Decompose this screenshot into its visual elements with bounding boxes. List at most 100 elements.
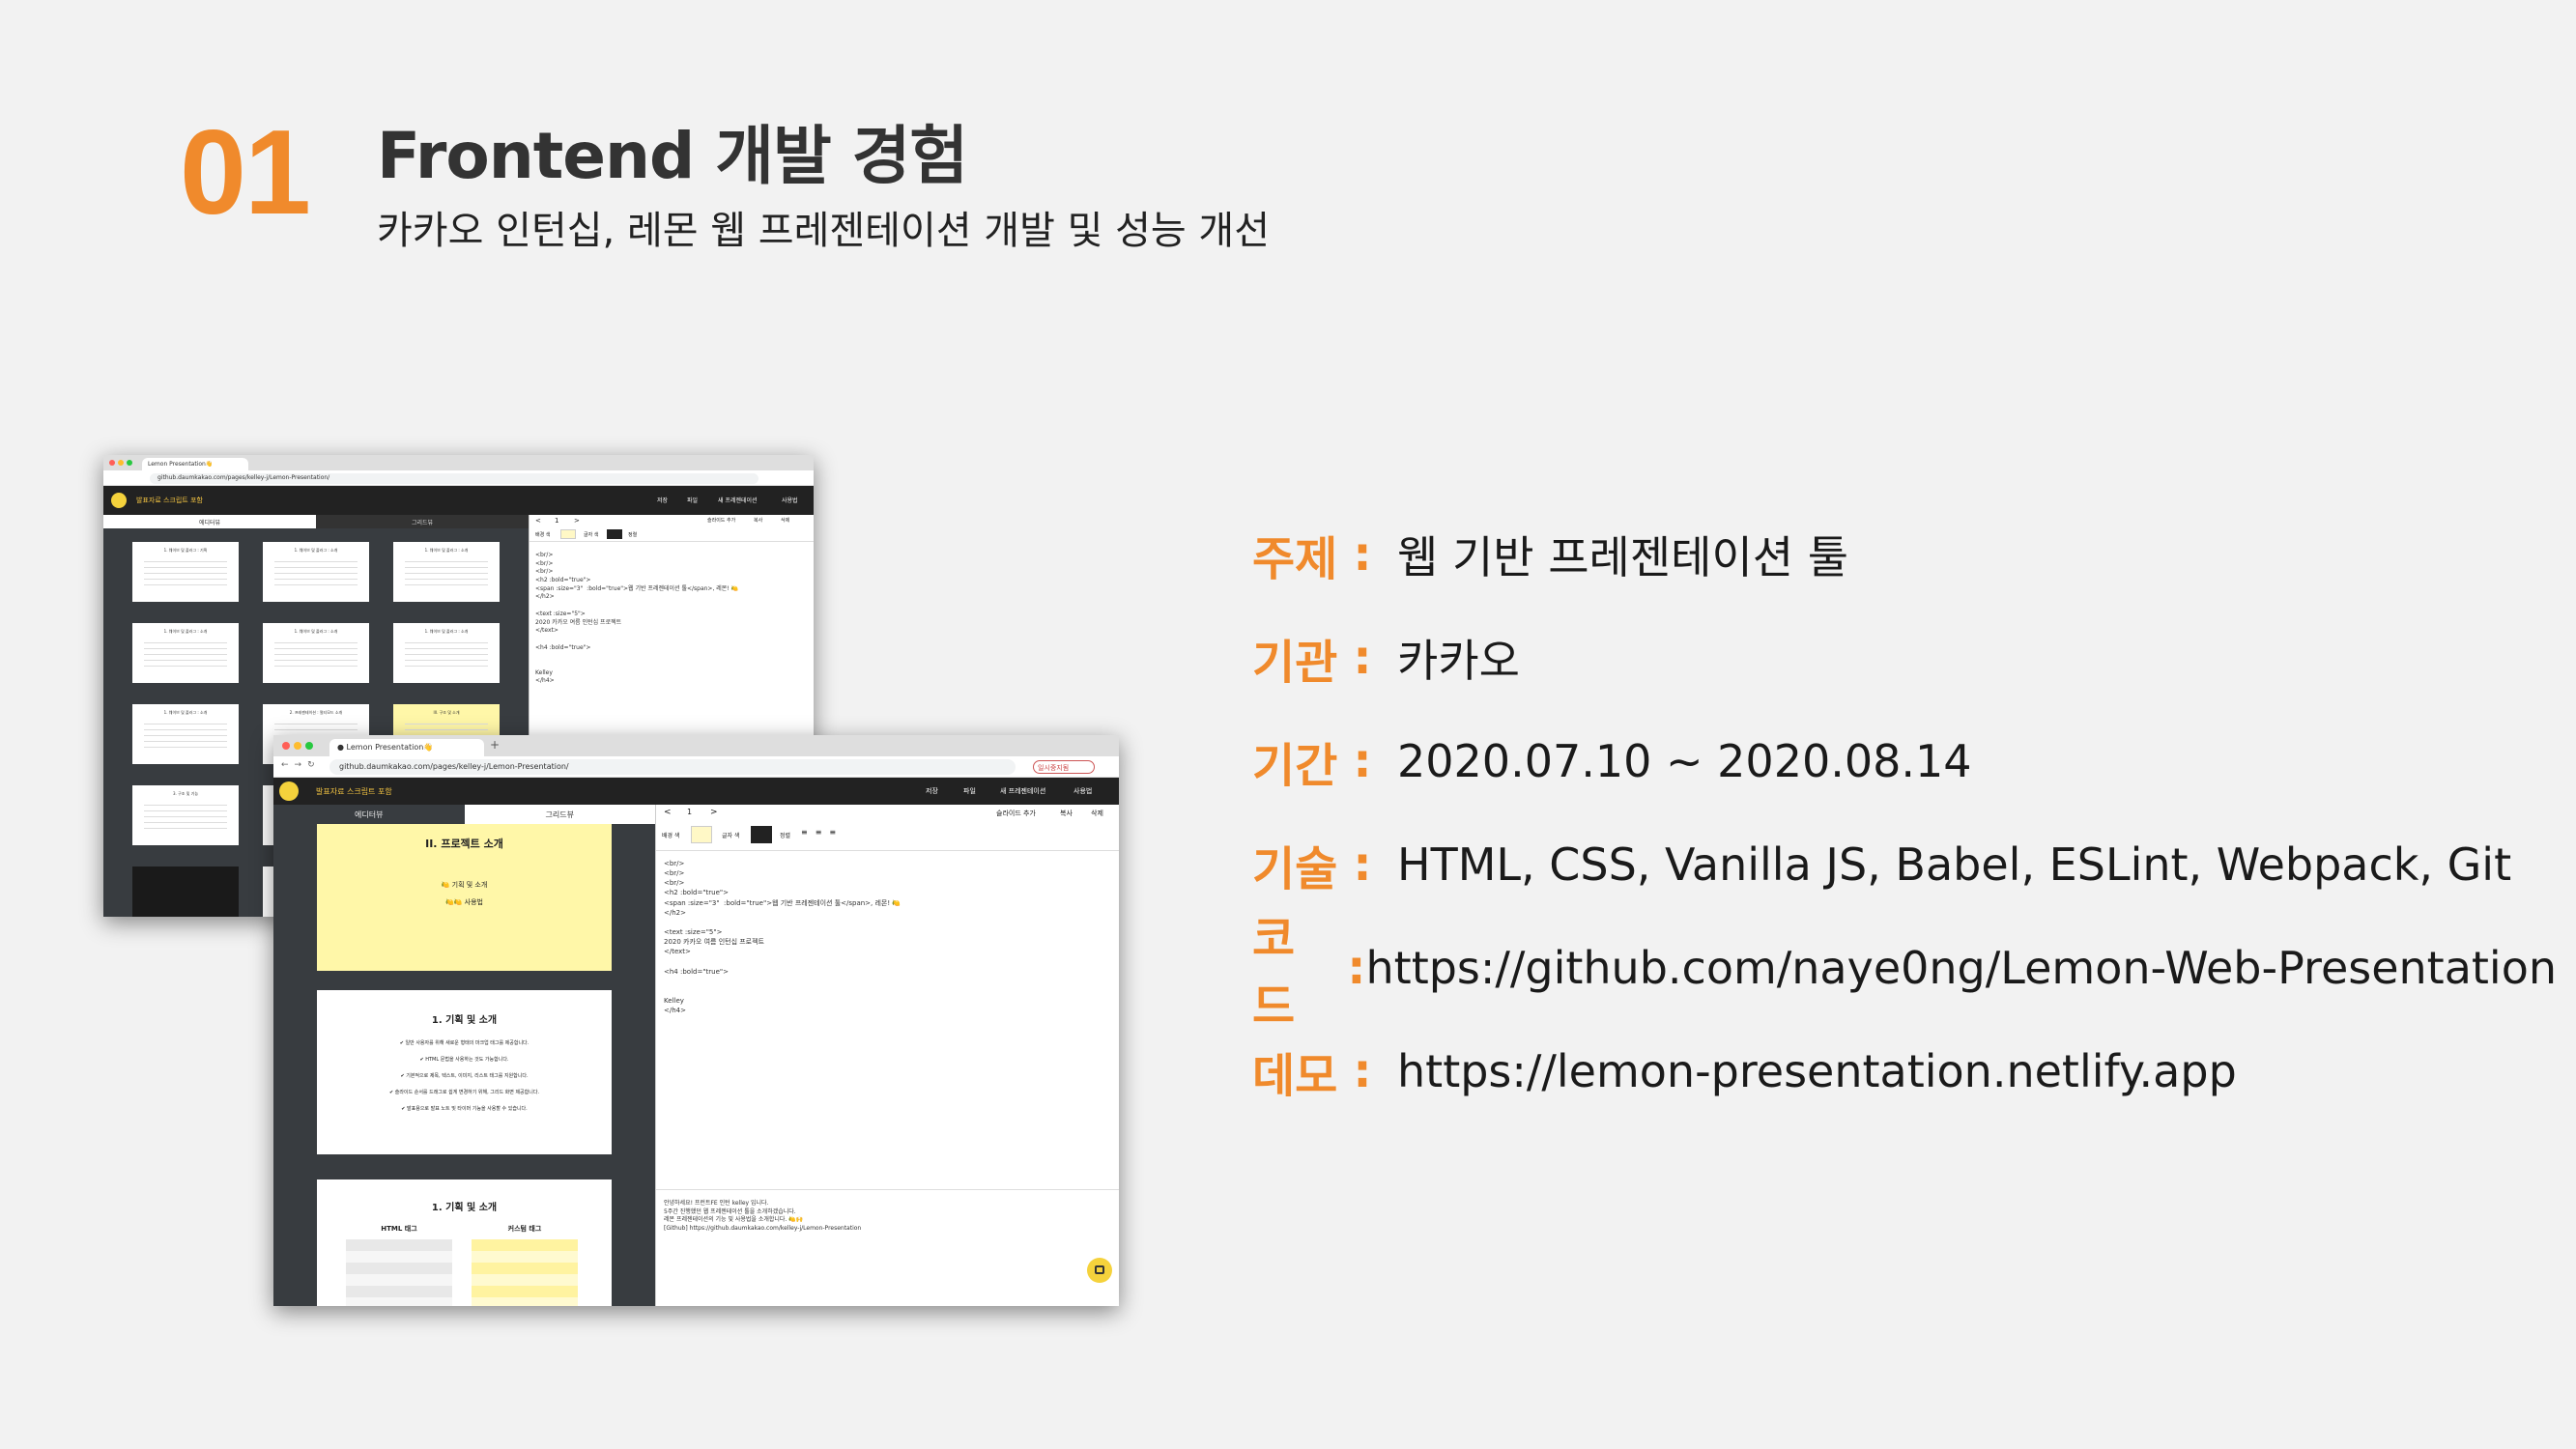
tab-title: Lemon Presentation👋 xyxy=(148,461,214,468)
address-bar: github.daumkakao.com/pages/kelley-j/Lemo… xyxy=(103,470,814,486)
grid-view-tab[interactable]: 그리드뷰 xyxy=(316,515,529,528)
slide-thumbnail[interactable]: II. 프로젝트 소개 🍋 기획 및 소개 🍋🍋 사용법 xyxy=(317,824,612,971)
delete-slide-button[interactable]: 삭제 xyxy=(1091,809,1103,818)
tab-strip: ● Lemon Presentation👋 + xyxy=(273,735,1119,756)
custom-tag-table xyxy=(472,1239,578,1306)
text-color-swatch[interactable] xyxy=(751,826,772,843)
slide-title: 1. 웨이브 및 플러그 : 소개 xyxy=(294,629,338,634)
slide-thumbnail[interactable]: 3. 구조 및 기능 xyxy=(132,785,239,845)
slide-title: III. 구조 및 소개 xyxy=(433,710,460,715)
info-value: HTML, CSS, Vanilla JS, Babel, ESLint, We… xyxy=(1397,838,2512,891)
slide-title: 1. 웨이브 및 플러그 : 소개 xyxy=(163,629,208,634)
menu-file[interactable]: 파일 xyxy=(687,496,698,504)
slide-thumbnail[interactable]: 1. 웨이브 및 플러그 : 소개 xyxy=(393,623,500,683)
info-value: 2020.07.10 ~ 2020.08.14 xyxy=(1397,734,1972,787)
editor-view-tab[interactable]: 에디터뷰 xyxy=(103,515,316,528)
prev-page-button[interactable]: < xyxy=(535,517,541,525)
info-key: 기술: xyxy=(1252,837,1372,896)
slide-content-lines xyxy=(144,724,227,751)
present-button[interactable] xyxy=(1087,1258,1112,1283)
info-value: 웹 기반 프레젠테이션 툴 xyxy=(1397,530,1849,583)
slide-title: 2. 프레젠테이션 : 멀티모드 소개 xyxy=(289,710,343,715)
grid-view-panel: 에디터뷰 그리드뷰 II. 프로젝트 소개 🍋 기획 및 소개 🍋🍋 사용법 1… xyxy=(273,805,655,1306)
menu-new-presentation[interactable]: 새 프레젠테이션 xyxy=(718,496,758,504)
menu-new-presentation[interactable]: 새 프레젠테이션 xyxy=(1000,786,1045,796)
slide-thumbnail[interactable] xyxy=(132,867,239,917)
profile-button[interactable]: 일시중지됨 xyxy=(1033,760,1095,774)
page-subtitle: 카카오 인턴십, 레몬 웹 프레젠테이션 개발 및 성능 개선 xyxy=(377,209,1271,253)
slide-thumbnail[interactable]: 1. 웨이브 및 플러그 : 소개 xyxy=(263,623,369,683)
slide-thumbnail[interactable]: 1. 웨이브 및 플러그 : 기획 xyxy=(132,542,239,602)
slide-title: 1. 기획 및 소개 xyxy=(431,1015,498,1026)
slide-title: 1. 웨이브 및 플러그 : 소개 xyxy=(163,710,208,715)
delete-slide-button[interactable]: 삭제 xyxy=(781,517,789,524)
slide-content-lines xyxy=(405,561,488,588)
url-text: github.daumkakao.com/pages/kelley-j/Lemo… xyxy=(339,762,569,771)
browser-tab[interactable]: Lemon Presentation👋 xyxy=(142,458,248,470)
slide-thumbnail[interactable]: 1. 기획 및 소개 HTML 태그 커스텀 태그 xyxy=(317,1179,612,1306)
github-icon: ● xyxy=(337,743,344,752)
demo-link[interactable]: https://lemon-presentation.netlify.app xyxy=(1397,1045,2237,1097)
code-link[interactable]: https://github.com/naye0ng/Lemon-Web-Pre… xyxy=(1366,942,2558,994)
lemon-logo xyxy=(279,781,299,801)
menu-save[interactable]: 저장 xyxy=(926,786,938,796)
copy-slide-button[interactable]: 복사 xyxy=(754,517,762,524)
text-color-label: 글자 색 xyxy=(722,833,740,839)
section-number: 01 xyxy=(180,106,311,240)
menu-usage[interactable]: 사용법 xyxy=(1073,786,1092,796)
slide-title: II. 프로젝트 소개 xyxy=(425,838,503,850)
script-notes[interactable]: 안녕하세요! 프런트FE 인턴 kelley 입니다. 5주간 진행했던 웹 프… xyxy=(656,1189,1119,1306)
copy-slide-button[interactable]: 복사 xyxy=(1060,809,1073,818)
next-page-button[interactable]: > xyxy=(710,808,718,817)
present-icon xyxy=(1095,1265,1104,1274)
browser-tab[interactable]: ● Lemon Presentation👋 xyxy=(329,739,484,756)
url-text: github.daumkakao.com/pages/kelley-j/Lemo… xyxy=(157,474,330,481)
text-color-swatch[interactable] xyxy=(607,529,622,539)
slide-thumbnail[interactable]: 1. 웨이브 및 플러그 : 소개 xyxy=(132,623,239,683)
info-key: 코드: xyxy=(1252,911,1366,1034)
new-tab-button[interactable]: + xyxy=(490,738,500,752)
speaker-script: 안녕하세요! 프런트FE 인턴 kelley 입니다. 5주간 진행했던 웹 프… xyxy=(664,1200,862,1233)
slide-thumbnail[interactable]: 1. 기획 및 소개 ✔ 일반 사용자를 위해 새로운 형태의 마크업 태그를 … xyxy=(317,990,612,1154)
menu-save[interactable]: 저장 xyxy=(657,496,668,504)
code-editor[interactable]: < 1 > 슬라이드 추가 복사 삭제 배경 색 글자 색 정렬 ≡≡≡ <br… xyxy=(655,805,1119,1306)
grid-view-tab[interactable]: 그리드뷰 xyxy=(464,805,655,824)
app-bar: 발표자료 스크립트 포함 저장 파일 새 프레젠테이션 사용법 xyxy=(273,778,1119,805)
markup-code: <br/> <br/> <br/> <h2 :bold="true"> <spa… xyxy=(535,552,739,685)
menu-file[interactable]: 파일 xyxy=(963,786,976,796)
info-row-period: 기간: 2020.07.10 ~ 2020.08.14 xyxy=(1252,709,2557,812)
slide-content-lines xyxy=(405,642,488,669)
url-field[interactable]: github.daumkakao.com/pages/kelley-j/Lemo… xyxy=(329,759,1016,775)
bg-color-swatch[interactable] xyxy=(691,826,712,843)
view-toggle: 에디터뷰 그리드뷰 xyxy=(273,805,655,824)
slide-line: ✔ 발표용으로 발표 노트 및 타이머 기능을 사용할 수 있습니다. xyxy=(401,1106,528,1112)
slide-thumbnail[interactable]: 1. 웨이브 및 플러그 : 소개 xyxy=(132,704,239,764)
slide-content-lines xyxy=(274,561,358,588)
html-tag-table xyxy=(346,1239,452,1306)
project-info: 주제: 웹 기반 프레젠테이션 툴 기관: 카카오 기간: 2020.07.10 ~ … xyxy=(1252,502,2557,1122)
menu-usage[interactable]: 사용법 xyxy=(782,496,798,504)
page-number: 1 xyxy=(687,808,693,816)
slide-thumbnail[interactable]: 1. 웨이브 및 플러그 : 소개 xyxy=(263,542,369,602)
add-slide-button[interactable]: 슬라이드 추가 xyxy=(996,809,1036,818)
info-key: 기간: xyxy=(1252,733,1372,793)
info-row-topic: 주제: 웹 기반 프레젠테이션 툴 xyxy=(1252,502,2557,606)
info-key: 기관: xyxy=(1252,630,1372,690)
nav-buttons[interactable]: ←→↻ xyxy=(281,760,321,770)
align-label: 정렬 xyxy=(628,532,638,538)
app-title: 발표자료 스크립트 포함 xyxy=(316,787,392,796)
prev-page-button[interactable]: < xyxy=(664,808,672,817)
markup-code: <br/> <br/> <br/> <h2 :bold="true"> <spa… xyxy=(664,860,902,1015)
info-key: 데모: xyxy=(1252,1043,1372,1103)
bg-color-swatch[interactable] xyxy=(560,529,576,539)
align-buttons[interactable]: ≡≡≡ xyxy=(801,828,844,837)
slide-line: 🍋🍋 사용법 xyxy=(445,898,483,906)
url-field[interactable]: github.daumkakao.com/pages/kelley-j/Lemo… xyxy=(150,473,758,484)
slide-thumbnail[interactable]: 1. 웨이브 및 플러그 : 소개 xyxy=(393,542,500,602)
view-toggle: 에디터뷰 그리드뷰 xyxy=(103,515,529,528)
add-slide-button[interactable]: 슬라이드 추가 xyxy=(707,517,735,524)
editor-view-tab[interactable]: 에디터뷰 xyxy=(273,805,465,824)
address-bar: ←→↻ github.daumkakao.com/pages/kelley-j/… xyxy=(273,756,1119,778)
next-page-button[interactable]: > xyxy=(574,517,580,525)
page-title: Frontend 개발 경험 xyxy=(377,119,968,193)
